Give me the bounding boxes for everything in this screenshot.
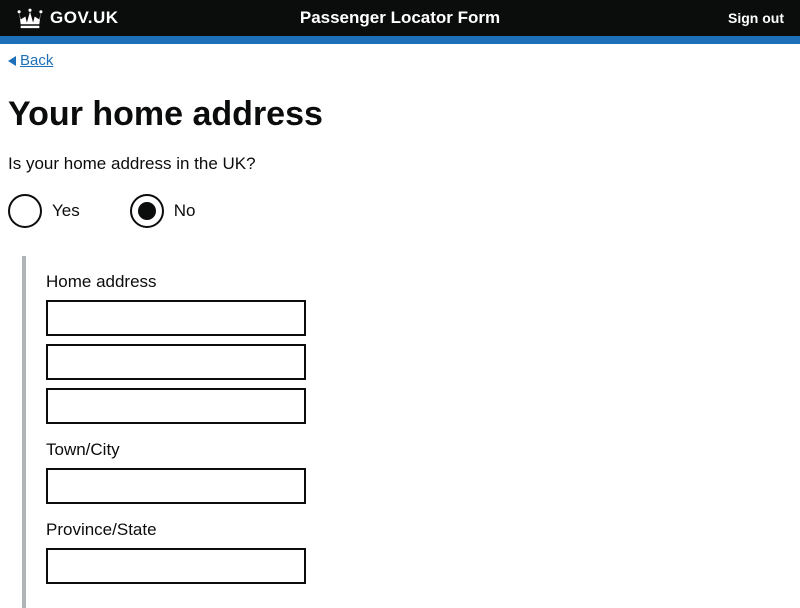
back-link[interactable]: Back <box>8 52 53 69</box>
back-arrow-icon <box>8 56 16 66</box>
home-address-label: Home address <box>46 272 792 292</box>
town-city-label: Town/City <box>46 440 792 460</box>
radio-no-control <box>130 194 164 228</box>
radio-yes-label: Yes <box>52 201 80 221</box>
province-state-group: Province/State <box>46 520 792 584</box>
province-state-label: Province/State <box>46 520 792 540</box>
page-heading: Your home address <box>8 95 792 134</box>
sign-out-link[interactable]: Sign out <box>728 10 784 26</box>
back-link-text: Back <box>20 52 53 69</box>
service-title: Passenger Locator Form <box>300 8 500 28</box>
province-state-input[interactable] <box>46 548 306 584</box>
site-name: GOV.UK <box>50 8 119 28</box>
town-city-input[interactable] <box>46 468 306 504</box>
home-address-group: Home address <box>46 272 792 424</box>
radio-yes-control <box>8 194 42 228</box>
town-city-group: Town/City <box>46 440 792 504</box>
conditional-panel: Home address Town/City Province/State <box>22 256 792 608</box>
home-address-line2[interactable] <box>46 344 306 380</box>
main-content: Your home address Is your home address i… <box>0 71 800 608</box>
question-text: Is your home address in the UK? <box>8 154 792 174</box>
home-address-line1[interactable] <box>46 300 306 336</box>
home-address-line3[interactable] <box>46 388 306 424</box>
radio-yes[interactable]: Yes <box>8 194 80 228</box>
radio-no-label: No <box>174 201 196 221</box>
radio-group: Yes No <box>8 194 792 228</box>
header-blue-bar <box>0 36 800 44</box>
crown-icon <box>16 7 44 29</box>
radio-no[interactable]: No <box>130 194 196 228</box>
home-link[interactable]: GOV.UK <box>16 7 119 29</box>
global-header: GOV.UK Passenger Locator Form Sign out <box>0 0 800 36</box>
